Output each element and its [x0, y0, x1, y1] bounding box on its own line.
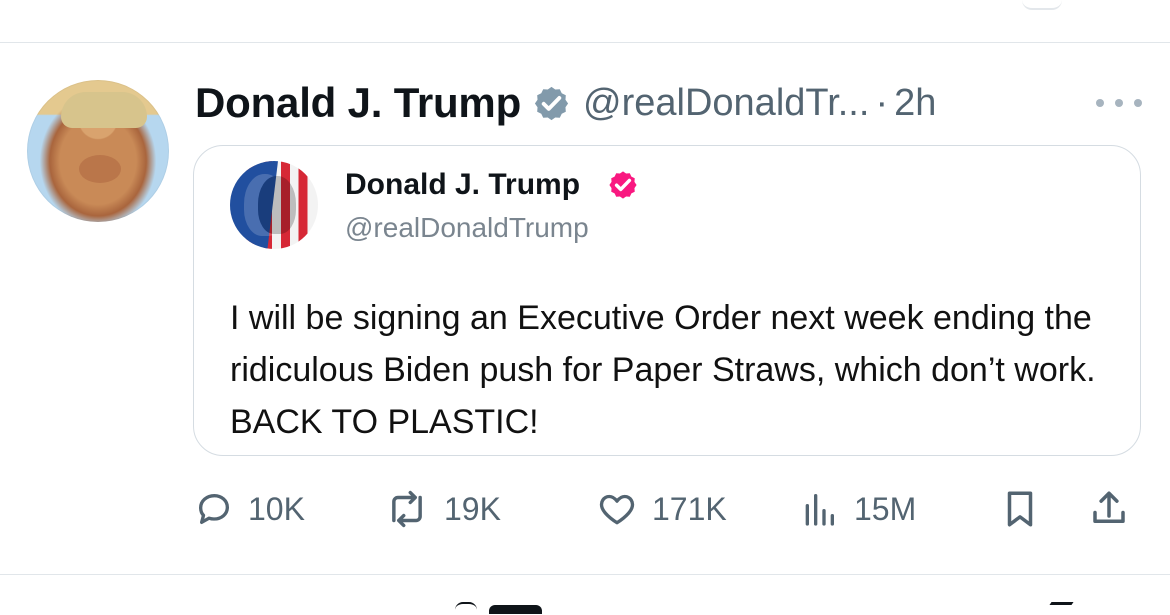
quoted-post-card[interactable]: Donald J. Trump @realDonaldTrump I will …: [193, 145, 1141, 456]
like-button[interactable]: 171K: [596, 482, 727, 536]
timestamp[interactable]: 2h: [894, 82, 936, 125]
partial-shape: [1042, 602, 1074, 615]
share-icon: [1093, 491, 1125, 523]
more-dot: [1134, 99, 1142, 107]
top-divider: [0, 42, 1170, 43]
heart-icon: [599, 494, 635, 525]
repost-count: 19K: [444, 490, 501, 527]
analytics-icon: [805, 494, 834, 526]
reply-icon: [199, 494, 229, 524]
next-content-partial: [0, 600, 1170, 615]
reply-button[interactable]: 10K: [194, 482, 305, 536]
more-dot: [1096, 99, 1104, 107]
author-display-name[interactable]: Donald J. Trump: [195, 79, 521, 127]
quoted-author-avatar[interactable]: [230, 161, 318, 249]
partial-shape: [455, 602, 477, 610]
like-count: 171K: [652, 490, 727, 527]
share-button[interactable]: [1087, 482, 1131, 536]
quoted-post-text: I will be signing an Executive Order nex…: [230, 299, 1096, 441]
more-dot: [1115, 99, 1123, 107]
reply-count: 10K: [248, 490, 305, 527]
quoted-author-handle[interactable]: @realDonaldTrump: [345, 212, 589, 244]
top-partial-element: [1022, 0, 1062, 10]
view-count: 15M: [854, 490, 917, 527]
quoted-verified-badge-icon: [609, 171, 637, 199]
author-handle[interactable]: @realDonaldTr...: [583, 82, 869, 125]
bookmark-button[interactable]: [999, 482, 1041, 536]
timestamp-separator: ·: [875, 81, 889, 124]
tweet-header: Donald J. Trump @realDonaldTr... · 2h: [195, 75, 936, 131]
quoted-author-display-name[interactable]: Donald J. Trump: [345, 168, 580, 202]
more-options-icon[interactable]: [1096, 93, 1142, 113]
partial-shape: [489, 605, 542, 614]
tweet-action-bar: 10K 19K 171K 15M: [194, 482, 1139, 536]
bottom-divider: [0, 574, 1170, 575]
bookmark-icon: [1007, 491, 1033, 527]
author-avatar[interactable]: [27, 80, 169, 222]
verified-badge-icon: [534, 86, 569, 120]
repost-button[interactable]: 19K: [384, 482, 501, 536]
repost-icon: [392, 490, 422, 528]
views-button[interactable]: 15M: [798, 482, 916, 536]
